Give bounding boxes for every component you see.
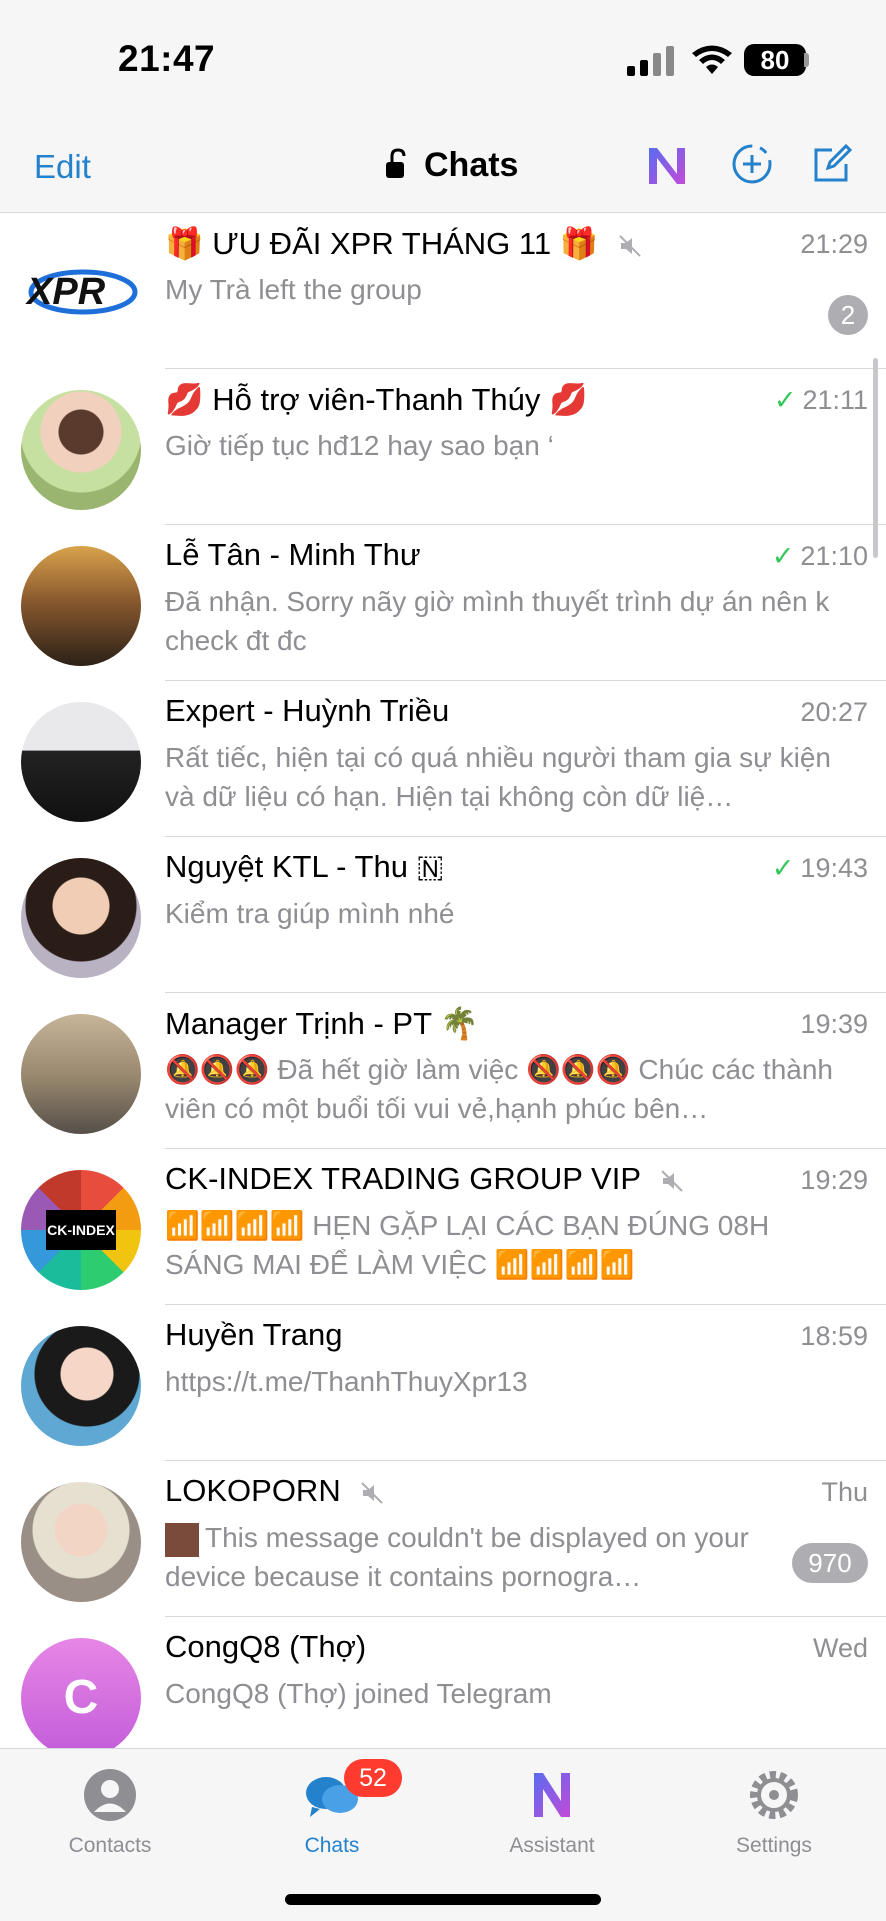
chat-time: ✓ 19:43 [771,853,868,883]
page-title: Chats [424,146,519,184]
svg-text:XPR: XPR [25,271,106,313]
cellular-signal-icon [627,46,674,76]
avatar [21,1014,141,1134]
chat-list[interactable]: XPR 🎁 ƯU ĐÃI XPR THÁNG 11 🎁 21:29 My Trà… [0,213,886,1748]
muted-icon [361,1482,384,1504]
read-check-icon: ✓ [773,385,797,415]
tab-label: Settings [736,1834,812,1857]
chat-time: 19:29 [800,1165,868,1195]
avatar [21,1326,141,1446]
edit-button[interactable]: Edit [34,148,91,186]
tab-settings[interactable]: Settings [694,1759,854,1869]
tab-bar: Contacts 52 Chats Assistant Settings [0,1748,886,1921]
chat-preview: Rất tiếc, hiện tại có quá nhiều người th… [165,742,831,812]
chat-time: 20:27 [800,697,868,727]
avatar: XPR [21,234,141,354]
tab-label: Contacts [68,1834,152,1857]
chat-time: Thu [821,1477,868,1507]
chat-time: 21:29 [800,229,868,259]
avatar-initials: CK-INDEX [46,1210,116,1250]
muted-icon [661,1170,683,1192]
chat-row[interactable]: 💋 Hỗ trợ viên-Thanh Thúy 💋 ✓ 21:11 Giờ ti… [0,369,886,525]
tab-assistant[interactable]: Assistant [472,1759,632,1869]
avatar [21,702,141,822]
chat-preview: This message couldn't be displayed on yo… [165,1522,749,1592]
chat-row[interactable]: Expert - Huỳnh Triều 20:27 Rất tiếc, hiệ… [0,681,886,837]
tab-label: Chats [304,1834,360,1857]
chat-row[interactable]: Manager Trịnh - PT 🌴 19:39 🔕🔕🔕 Đã hết gi… [0,993,886,1149]
chat-row[interactable]: LOKOPORN Thu This message couldn't be di… [0,1461,886,1617]
chat-row[interactable]: C CongQ8 (Thợ) Wed CongQ8 (Thợ) joined T… [0,1617,886,1748]
avatar-initials: C [63,1671,99,1724]
media-thumbnail-icon [165,1522,199,1557]
chat-name: 💋 Hỗ trợ viên-Thanh Thúy 💋 [165,382,588,417]
add-story-icon[interactable] [730,142,774,186]
chat-time: Wed [812,1633,868,1663]
chat-preview: Đã nhận. Sorry nãy giờ mình thuyết trình… [165,586,830,656]
tab-label: Assistant [509,1834,595,1857]
chat-time: 19:39 [800,1009,868,1039]
scrollbar[interactable] [873,358,878,558]
chat-preview: Giờ tiếp tục hđ12 hay sao bạn ‘ [165,430,554,461]
compose-icon[interactable] [810,142,854,186]
avatar [21,1482,141,1602]
gear-icon [750,1771,798,1819]
avatar: C [21,1638,141,1748]
battery-cap [804,53,809,67]
chat-time: ✓ 21:10 [771,541,868,571]
chat-row[interactable]: CK-INDEX CK-INDEX TRADING GROUP VIP 19:2… [0,1149,886,1305]
chat-preview: 📶📶📶📶 HẸN GẶP LẠI CÁC BẠN ĐÚNG 08H SÁNG M… [165,1210,770,1280]
chat-name: Nguyệt KTL - Thu 🇳 [165,849,444,884]
unread-badge: 2 [828,295,868,335]
chat-preview: 🔕🔕🔕 Đã hết giờ làm việc 🔕🔕🔕 Chúc các thà… [165,1054,833,1124]
chat-time: 18:59 [800,1321,868,1351]
assistant-logo-icon[interactable] [646,144,688,186]
read-check-icon: ✓ [771,541,795,571]
avatar: CK-INDEX [21,1170,141,1290]
tab-contacts[interactable]: Contacts [30,1759,190,1869]
chat-row[interactable]: XPR 🎁 ƯU ĐÃI XPR THÁNG 11 🎁 21:29 My Trà… [0,213,886,369]
chat-name: Huyền Trang [165,1317,343,1352]
chat-time: ✓ 21:11 [773,385,868,415]
status-time: 21:47 [118,38,216,79]
chat-row[interactable]: Lễ Tân - Minh Thư ✓ 21:10 Đã nhận. Sorry … [0,525,886,681]
chat-name: Expert - Huỳnh Triều [165,693,450,728]
xpr-logo-icon: XPR [25,269,138,315]
chat-name: CK-INDEX TRADING GROUP VIP [165,1161,685,1197]
assistant-icon [534,1773,570,1817]
muted-icon [619,235,641,257]
read-check-icon: ✓ [771,853,795,883]
chat-name: CongQ8 (Thợ) [165,1629,367,1664]
battery-indicator: 80 [744,44,806,76]
chat-preview: CongQ8 (Thợ) joined Telegram [165,1678,552,1709]
chat-name: 🎁 ƯU ĐÃI XPR THÁNG 11 🎁 [165,225,643,262]
status-bar: 21:47 80 [0,0,886,120]
chat-name: Lễ Tân - Minh Thư [165,537,421,572]
chat-preview: My Trà left the group [165,274,422,305]
contacts-icon [84,1769,136,1821]
chat-preview: https://t.me/ThanhThuyXpr13 [165,1366,528,1397]
chat-preview: Kiểm tra giúp mình nhé [165,898,455,929]
home-indicator[interactable] [285,1894,601,1905]
chat-name: LOKOPORN [165,1473,385,1509]
chat-name: Manager Trịnh - PT 🌴 [165,1006,479,1041]
chat-row[interactable]: Huyền Trang 18:59 https://t.me/ThanhThuy… [0,1305,886,1461]
wifi-icon [692,45,732,74]
unread-count-badge: 52 [344,1759,402,1797]
nav-bar: Edit Chats [0,120,886,213]
avatar [21,546,141,666]
tab-chats[interactable]: 52 Chats [252,1759,412,1869]
avatar [21,390,141,510]
chat-row[interactable]: Nguyệt KTL - Thu 🇳 ✓ 19:43 Kiểm tra giúp … [0,837,886,993]
avatar [21,858,141,978]
unread-badge: 970 [792,1543,868,1583]
